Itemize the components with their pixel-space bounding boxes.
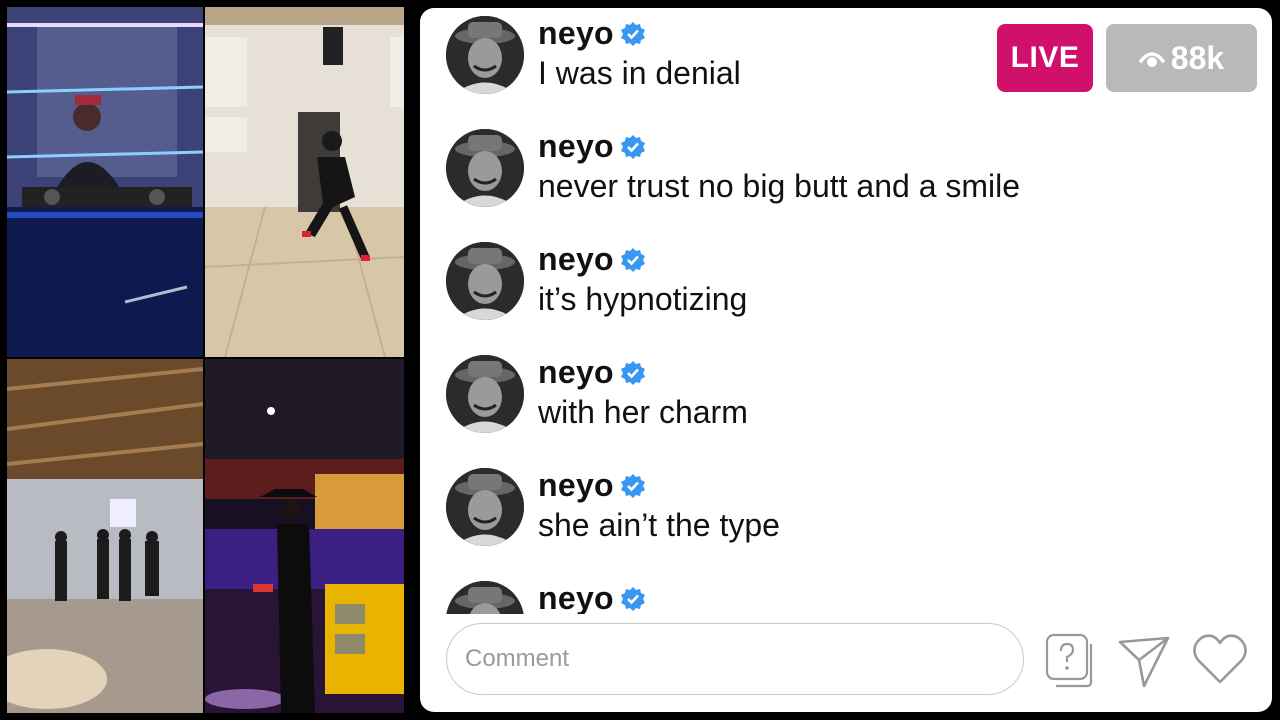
video-grid bbox=[7, 7, 404, 713]
verified-badge-icon bbox=[620, 21, 645, 46]
video-tile-dancer[interactable] bbox=[205, 7, 404, 357]
comment-item: neyo she ain’t the type bbox=[446, 465, 1146, 546]
verified-badge-icon bbox=[620, 586, 645, 611]
question-button[interactable] bbox=[1040, 630, 1100, 690]
studio-scene bbox=[7, 359, 203, 713]
video-tile-studio[interactable] bbox=[7, 359, 203, 713]
comment-item: neyo with her charm bbox=[446, 352, 1146, 433]
avatar[interactable] bbox=[446, 129, 524, 207]
comment-item: neyo bbox=[446, 578, 1146, 614]
live-badge: LIVE bbox=[997, 24, 1093, 92]
comment-text: it’s hypnotizing bbox=[538, 281, 748, 317]
viewer-count: 88k bbox=[1170, 39, 1225, 76]
avatar[interactable] bbox=[446, 16, 524, 94]
comment-input[interactable] bbox=[446, 623, 1024, 695]
comment-username[interactable]: neyo bbox=[538, 580, 646, 614]
video-tile-performer[interactable] bbox=[205, 359, 404, 713]
comment-item: neyo never trust no big butt and a smile bbox=[446, 126, 1146, 207]
performer-scene bbox=[205, 359, 404, 713]
comments-list[interactable]: neyo I was in denial neyo never trust no… bbox=[420, 8, 1272, 614]
comment-username[interactable]: neyo bbox=[538, 15, 646, 52]
heart-icon bbox=[1193, 634, 1247, 684]
verified-badge-icon bbox=[620, 360, 645, 385]
send-button[interactable] bbox=[1114, 630, 1174, 690]
comment-username[interactable]: neyo bbox=[538, 128, 646, 165]
verified-badge-icon bbox=[620, 473, 645, 498]
avatar[interactable] bbox=[446, 468, 524, 546]
avatar[interactable] bbox=[446, 355, 524, 433]
eye-icon bbox=[1139, 52, 1165, 67]
like-button[interactable] bbox=[1190, 630, 1250, 690]
avatar[interactable] bbox=[446, 581, 524, 614]
viewer-count-badge[interactable]: 88k bbox=[1106, 24, 1257, 92]
comment-text: I was in denial bbox=[538, 55, 741, 91]
question-box-icon bbox=[1045, 633, 1093, 688]
comment-username[interactable]: neyo bbox=[538, 241, 646, 278]
comment-item: neyo it’s hypnotizing bbox=[446, 239, 1146, 320]
video-tile-dj[interactable] bbox=[7, 7, 203, 357]
avatar[interactable] bbox=[446, 242, 524, 320]
comment-username[interactable]: neyo bbox=[538, 354, 646, 391]
dancer-scene bbox=[205, 7, 404, 357]
comment-text: with her charm bbox=[538, 394, 748, 430]
comment-text: never trust no big butt and a smile bbox=[538, 168, 1021, 204]
comment-text: she ain’t the type bbox=[538, 507, 780, 543]
verified-badge-icon bbox=[620, 247, 645, 272]
comment-username[interactable]: neyo bbox=[538, 467, 646, 504]
dj-scene bbox=[7, 7, 203, 357]
send-icon bbox=[1118, 636, 1170, 688]
live-comments-panel: neyo I was in denial neyo never trust no… bbox=[420, 8, 1272, 712]
verified-badge-icon bbox=[620, 134, 645, 159]
